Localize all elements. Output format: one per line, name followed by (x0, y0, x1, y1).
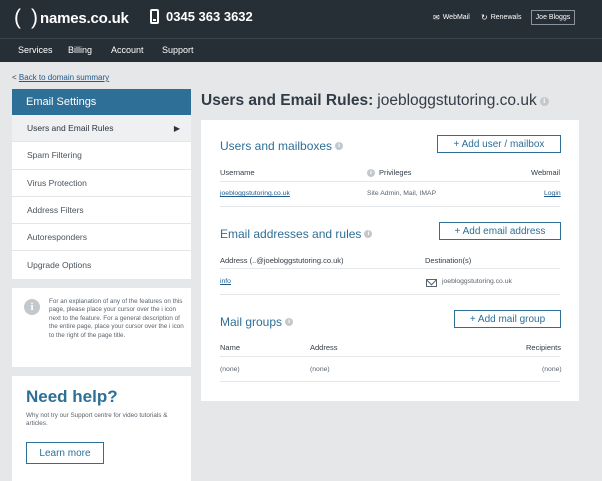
nav-support[interactable]: Support (162, 45, 194, 55)
col-group-address: Address (310, 343, 338, 352)
sidebar-item-address-filters[interactable]: Address Filters (12, 197, 191, 225)
sidebar-item-upgrade-options[interactable]: Upgrade Options (12, 251, 191, 278)
sidebar-item-spam-filtering[interactable]: Spam Filtering (12, 142, 191, 170)
divider (220, 206, 560, 207)
renewals-link[interactable]: ↻ Renewals (481, 13, 521, 22)
groups-section-title: Mail groups i (220, 315, 294, 329)
top-header: ( ) names.co.uk 0345 363 3632 ✉ WebMail … (0, 0, 602, 38)
phone-icon (150, 9, 159, 24)
col-recipients: Recipients (526, 343, 562, 352)
col-username: Username (220, 168, 255, 177)
info-icon[interactable]: i (335, 142, 344, 150)
divider (220, 268, 560, 269)
user-menu-button[interactable]: Joe Bloggs (531, 10, 575, 25)
col-name: Name (220, 343, 241, 352)
logo-text: names.co.uk (40, 9, 129, 27)
col-destinations: Destination(s) (425, 256, 472, 265)
info-icon[interactable]: i (285, 318, 294, 326)
addresses-section-title: Email addresses and rules i (220, 227, 373, 241)
logo-paren-close: ) (31, 6, 38, 29)
nav-account[interactable]: Account (111, 45, 144, 55)
webmail-login-link[interactable]: Login (544, 190, 561, 197)
divider (220, 381, 560, 382)
logo-paren-open: ( (14, 6, 21, 29)
envelope-icon (426, 279, 437, 287)
nav-billing[interactable]: Billing (68, 45, 92, 55)
group-name-value: (none) (220, 366, 240, 373)
page-title: Users and Email Rules: joebloggstutoring… (201, 92, 549, 110)
info-icon[interactable]: i (364, 230, 373, 238)
main-nav: Services Billing Account Support (0, 38, 602, 62)
sidebar-item-autoresponders[interactable]: Autoresponders (12, 224, 191, 252)
help-title: Need help? (26, 387, 118, 406)
group-recipients-value: (none) (542, 366, 562, 373)
webmail-label: WebMail (442, 14, 470, 21)
back-link-label: Back to domain summary (18, 73, 110, 82)
sidebar-item-users-and-email-rules[interactable]: Users and Email Rules ▶ (12, 115, 191, 143)
envelope-icon: ✉ (433, 13, 440, 22)
address-link[interactable]: info (220, 278, 231, 285)
webmail-link[interactable]: ✉ WebMail (433, 13, 470, 22)
col-webmail: Webmail (531, 168, 561, 177)
info-text: For an explanation of any of the feature… (49, 298, 184, 339)
menu-title: Email Settings (12, 89, 191, 115)
users-section-title: Users and mailboxes i (220, 139, 344, 153)
group-address-value: (none) (310, 366, 330, 373)
phone-text: 0345 363 3632 (166, 9, 253, 24)
divider (220, 356, 560, 357)
page-title-domain: joebloggstutoring.co.uk (377, 92, 537, 109)
info-icon: i (24, 299, 40, 315)
content-card: Users and mailboxes i + Add user / mailb… (201, 120, 579, 401)
divider (220, 294, 560, 295)
arrow-right-icon: ▶ (173, 123, 180, 133)
help-text: Why not try our Support centre for video… (26, 412, 168, 428)
email-settings-menu: Email Settings Users and Email Rules ▶ S… (12, 89, 191, 279)
back-to-domain-summary-link[interactable]: < Back to domain summary (12, 73, 109, 82)
info-box: i For an explanation of any of the featu… (12, 288, 191, 367)
divider (220, 181, 560, 182)
col-address: Address (..@joebloggstutoring.co.uk) (220, 256, 344, 265)
learn-more-button[interactable]: Learn more (26, 442, 104, 464)
add-mail-group-button[interactable]: + Add mail group (454, 310, 561, 328)
phone-number: 0345 363 3632 (150, 9, 253, 24)
add-user-mailbox-button[interactable]: + Add user / mailbox (437, 135, 561, 153)
privileges-value: Site Admin, Mail, IMAP (367, 190, 437, 197)
sidebar-item-virus-protection[interactable]: Virus Protection (12, 170, 191, 197)
info-icon[interactable]: i (367, 168, 375, 177)
col-privileges: i Privileges (367, 168, 412, 177)
refresh-icon: ↻ (481, 13, 488, 22)
destination-value: joebloggstutoring.co.uk (442, 278, 512, 285)
info-icon[interactable]: i (539, 96, 549, 106)
renewals-label: Renewals (490, 14, 522, 21)
username-link[interactable]: joebloggstutoring.co.uk (220, 190, 290, 197)
help-box: Need help? Why not try our Support centr… (12, 376, 191, 481)
add-email-address-button[interactable]: + Add email address (439, 222, 561, 240)
nav-services[interactable]: Services (18, 45, 53, 55)
names-logo[interactable]: ( ) names.co.uk (14, 7, 129, 29)
